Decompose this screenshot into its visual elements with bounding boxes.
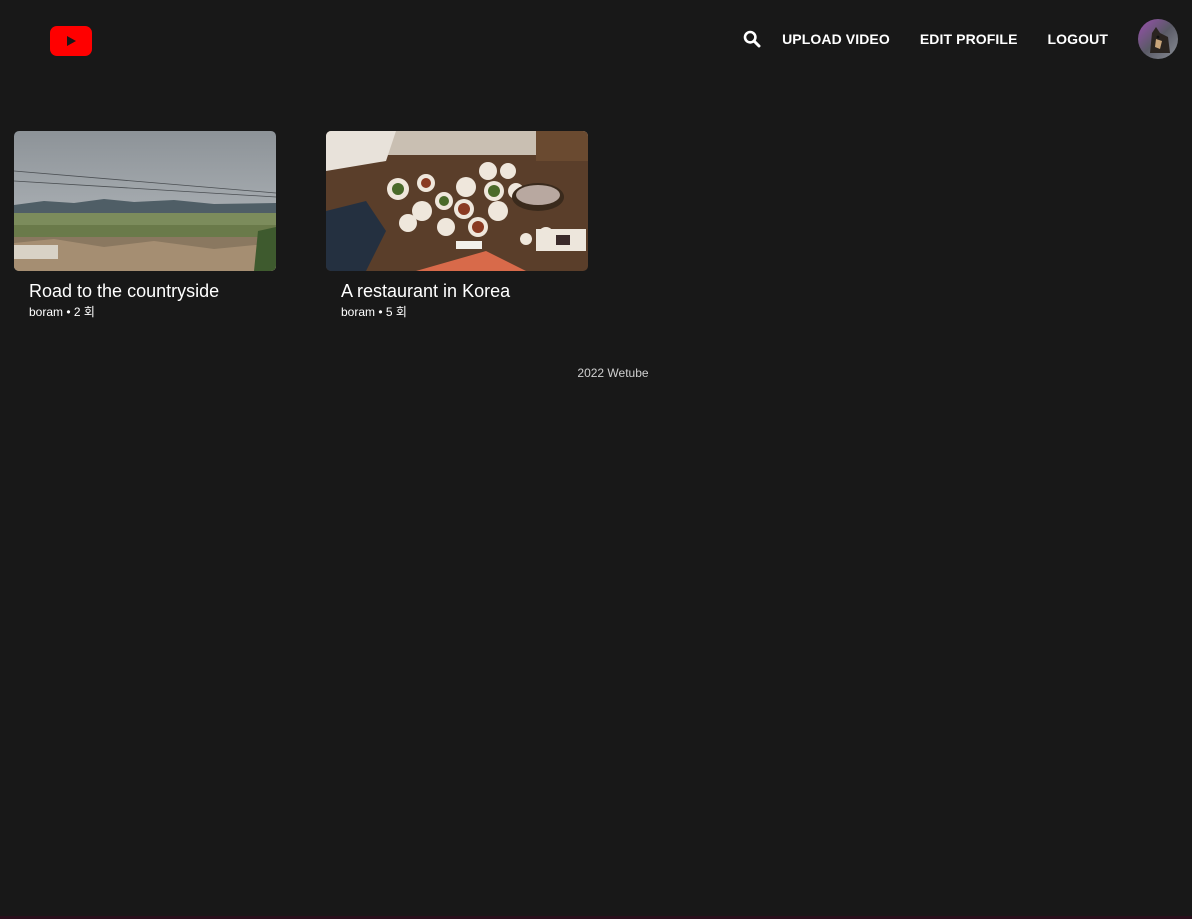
meta-separator: • bbox=[378, 305, 383, 319]
video-views: 2 회 bbox=[73, 305, 95, 319]
logout-link[interactable]: LOGOUT bbox=[1048, 31, 1108, 47]
video-owner: boram bbox=[29, 305, 64, 319]
footer-text: 2022 Wetube bbox=[577, 366, 649, 380]
meta-separator: • bbox=[66, 305, 71, 319]
user-avatar[interactable] bbox=[1138, 19, 1178, 59]
video-title[interactable]: Road to the countryside bbox=[29, 281, 276, 301]
youtube-play-icon bbox=[67, 36, 76, 46]
video-info: Road to the countryside boram • 2 회 bbox=[14, 271, 276, 320]
video-grid: Road to the countryside boram • 2 회 A re… bbox=[14, 131, 638, 320]
search-icon[interactable] bbox=[742, 29, 762, 49]
header: UPLOAD VIDEO EDIT PROFILE LOGOUT bbox=[0, 0, 1192, 80]
logo-link[interactable] bbox=[50, 26, 92, 56]
main-nav: UPLOAD VIDEO EDIT PROFILE LOGOUT bbox=[742, 18, 1178, 60]
video-info: A restaurant in Korea boram • 5 회 bbox=[326, 271, 588, 320]
upload-video-link[interactable]: UPLOAD VIDEO bbox=[782, 31, 890, 47]
page: UPLOAD VIDEO EDIT PROFILE LOGOUT Road to… bbox=[0, 0, 1192, 919]
video-meta: boram • 5 회 bbox=[341, 304, 588, 320]
edit-profile-link[interactable]: EDIT PROFILE bbox=[920, 31, 1018, 47]
video-card[interactable]: Road to the countryside boram • 2 회 bbox=[14, 131, 276, 320]
video-title[interactable]: A restaurant in Korea bbox=[341, 281, 588, 301]
video-card[interactable]: A restaurant in Korea boram • 5 회 bbox=[326, 131, 588, 320]
video-owner: boram bbox=[341, 305, 376, 319]
video-thumbnail[interactable] bbox=[14, 131, 276, 271]
footer: 2022 Wetube bbox=[0, 366, 1192, 380]
video-meta: boram • 2 회 bbox=[29, 304, 276, 320]
video-thumbnail[interactable] bbox=[326, 131, 588, 271]
video-views: 5 회 bbox=[385, 305, 407, 319]
